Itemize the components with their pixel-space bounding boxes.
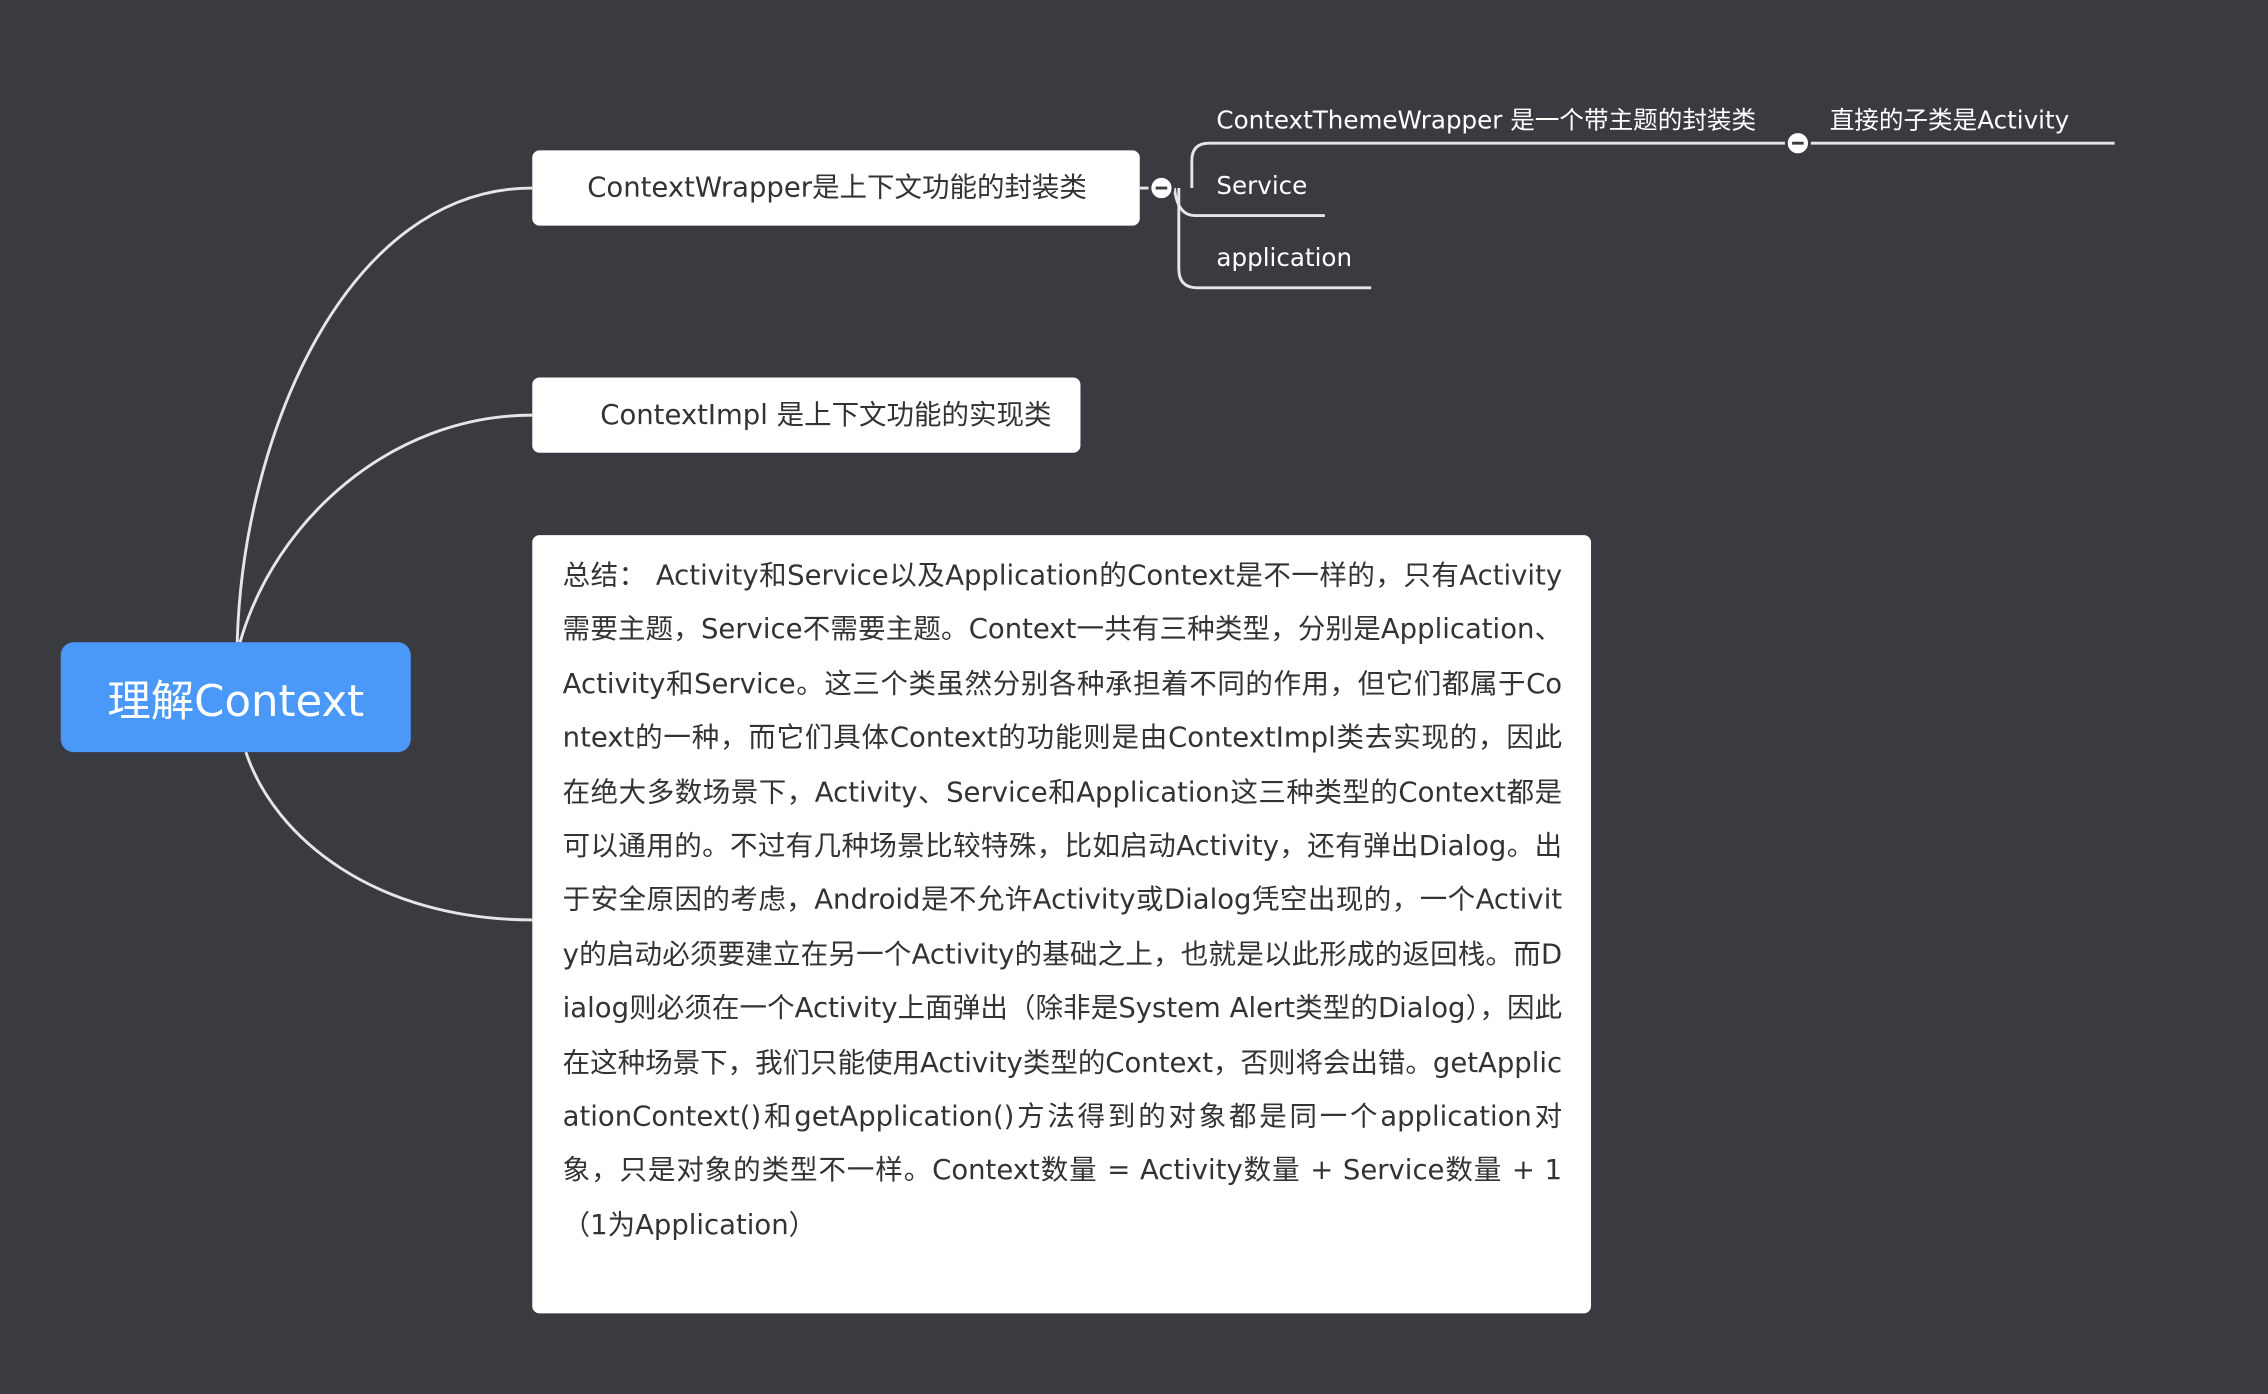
- topic-contextimpl-label: ContextImpl 是上下文功能的实现类: [600, 399, 1052, 432]
- connector-root-impl: [238, 413, 533, 643]
- topic-contextthemewrapper[interactable]: ContextThemeWrapper 是一个带主题的封装类: [1216, 100, 1756, 136]
- root-topic[interactable]: 理解Context: [60, 642, 411, 753]
- topic-activity-subclass[interactable]: 直接的子类是Activity: [1830, 100, 2069, 136]
- mindmap-canvas: 理解Context ContextWrapper是上下文功能的封装类 Conte…: [0, 0, 2268, 1394]
- topic-service[interactable]: Service: [1216, 172, 1307, 201]
- connector-root-wrapper: [235, 186, 533, 643]
- connector-root-summary: [244, 751, 533, 922]
- topic-contextimpl[interactable]: ContextImpl 是上下文功能的实现类: [532, 377, 1081, 453]
- topic-contextwrapper[interactable]: ContextWrapper是上下文功能的封装类: [532, 150, 1140, 226]
- topic-application[interactable]: application: [1216, 244, 1352, 273]
- collapse-toggle-icon[interactable]: [1784, 130, 1811, 157]
- topic-summary[interactable]: 总结： Activity和Service以及Application的Contex…: [532, 535, 1592, 1314]
- collapse-toggle-icon[interactable]: [1148, 175, 1175, 202]
